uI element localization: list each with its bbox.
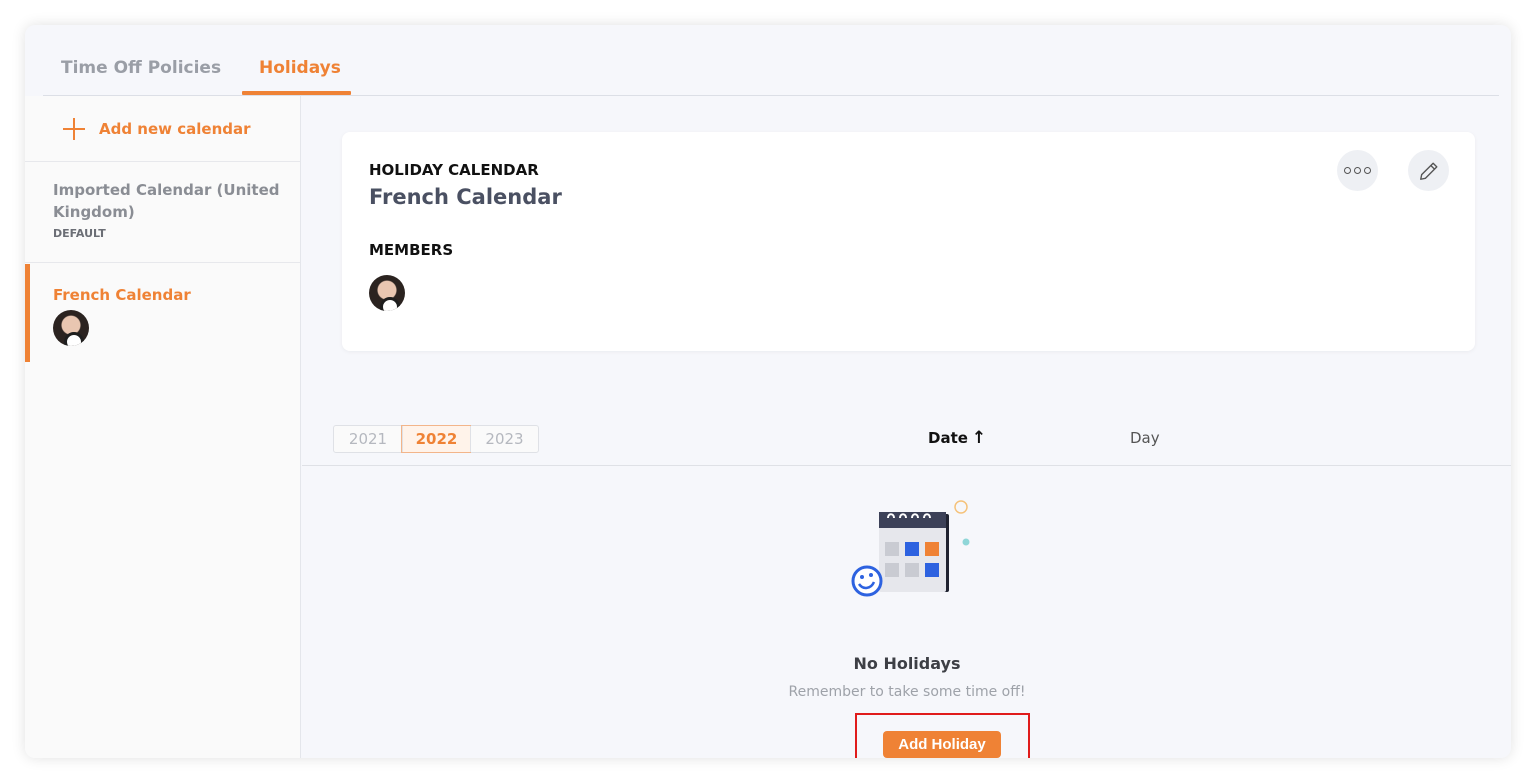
calendar-name: French Calendar (53, 286, 191, 304)
more-options-button[interactable] (1337, 150, 1378, 191)
arrow-up-icon: ↑ (971, 427, 987, 448)
calendar-item-french[interactable]: French Calendar (25, 264, 300, 362)
table-header-divider (302, 465, 1511, 466)
date-column-label: Date (928, 429, 968, 447)
member-avatar (53, 310, 89, 346)
date-column-header[interactable]: Date ↑ (928, 429, 986, 447)
tab-time-off-policies[interactable]: Time Off Policies (61, 58, 221, 78)
add-new-calendar-label: Add new calendar (99, 120, 251, 138)
more-options-icon (1344, 167, 1371, 174)
empty-state-title: No Holidays (853, 654, 961, 673)
year-selector: 2021 2022 2023 (333, 425, 539, 453)
card-section-label: HOLIDAY CALENDAR (369, 161, 539, 179)
calendar-name: Imported Calendar (United Kingdom) (53, 181, 280, 221)
calendar-details-card: HOLIDAY CALENDAR French Calendar MEMBERS (342, 132, 1475, 351)
empty-calendar-illustration (851, 500, 970, 597)
active-tab-indicator (242, 91, 351, 95)
day-column-header[interactable]: Day (1130, 429, 1160, 447)
tab-bar: Time Off Policies Holidays (43, 25, 1499, 96)
main-content: HOLIDAY CALENDAR French Calendar MEMBERS… (302, 96, 1511, 758)
members-label: MEMBERS (369, 241, 454, 259)
member-avatar[interactable] (369, 275, 405, 311)
add-holiday-button[interactable]: Add Holiday (883, 731, 1001, 758)
tab-holidays[interactable]: Holidays (259, 58, 341, 78)
edit-calendar-button[interactable] (1408, 150, 1449, 191)
year-option-2022[interactable]: 2022 (401, 425, 471, 453)
plus-icon (63, 118, 85, 140)
default-badge: DEFAULT (53, 227, 106, 240)
pencil-icon (1419, 162, 1437, 180)
app-window: Time Off Policies Holidays Add new calen… (25, 25, 1511, 758)
empty-state-subtitle: Remember to take some time off! (788, 684, 1026, 700)
add-new-calendar-button[interactable]: Add new calendar (63, 118, 251, 140)
calendar-item-imported-uk[interactable]: Imported Calendar (United Kingdom) DEFAU… (25, 162, 300, 263)
calendar-sidebar: Add new calendar Imported Calendar (Unit… (25, 96, 301, 758)
calendar-title: French Calendar (369, 185, 562, 209)
year-option-2023[interactable]: 2023 (470, 426, 538, 452)
year-option-2021[interactable]: 2021 (334, 426, 402, 452)
